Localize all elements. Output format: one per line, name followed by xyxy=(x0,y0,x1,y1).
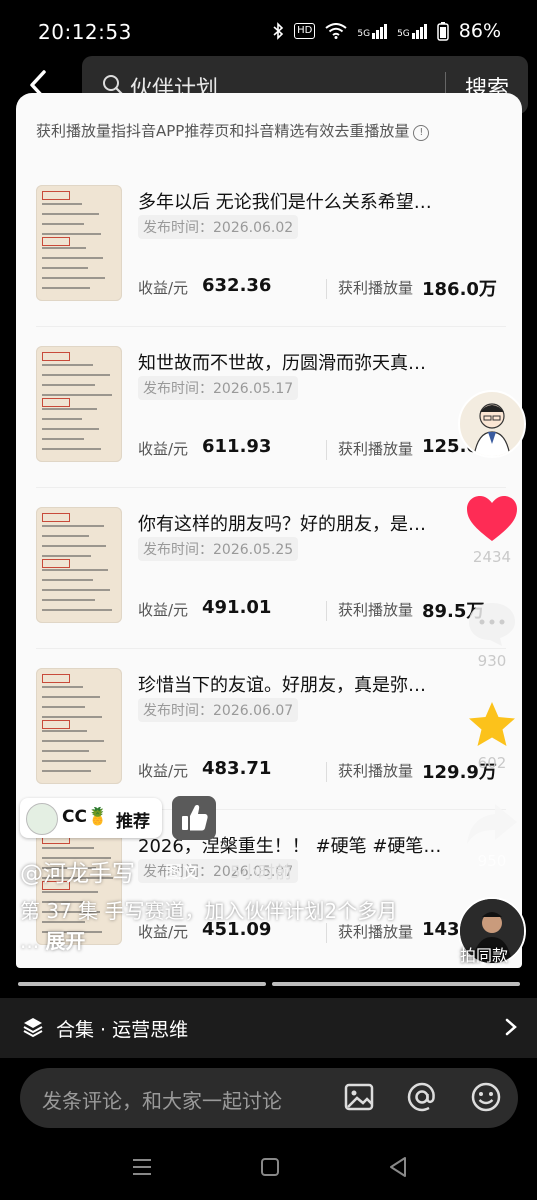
play-note: 获利播放量指抖音APP推荐页和抖音精选有效去重播放量! xyxy=(36,120,430,141)
post-time: 5小时前 xyxy=(230,863,292,883)
signal-2-icon: 5G xyxy=(397,23,427,39)
bluetooth-icon xyxy=(273,22,284,40)
collection-bar[interactable]: 合集 · 运营思维 xyxy=(0,998,537,1058)
signal-1-icon: 5G xyxy=(357,23,388,39)
play-note-text: 获利播放量指抖音APP推荐页和抖音精选有效去重播放量 xyxy=(36,122,410,140)
chevron-right-icon xyxy=(505,1018,517,1036)
image-progress-2[interactable] xyxy=(272,982,520,986)
item-date: 发布时间：2026.05.17 xyxy=(138,376,299,400)
collection-title: 合集 · 运营思维 xyxy=(56,1019,189,1041)
same-style-label[interactable]: 拍同款 xyxy=(460,942,508,966)
favorite-button[interactable]: 602 xyxy=(462,700,522,772)
item-title: 知世故而不世故，历圆滑而弥天真… xyxy=(138,353,426,374)
revenue-value: 632.36 xyxy=(202,275,272,296)
earning-item[interactable]: 你有这样的朋友吗？好的朋友，是… 发布时间：2026.05.25 收益/元 49… xyxy=(16,507,522,667)
plays-label: 获利播放量 xyxy=(338,601,414,619)
share-arrow-icon xyxy=(467,804,517,844)
ai-avatar xyxy=(26,803,58,835)
hd-badge: HD xyxy=(294,23,316,39)
item-title: 多年以后 无论我们是什么关系希望… xyxy=(138,192,432,213)
item-divider xyxy=(36,326,506,327)
plays-label: 获利播放量 xyxy=(338,279,414,297)
revenue-label: 收益/元 xyxy=(138,440,189,458)
comment-count: 930 xyxy=(477,652,507,670)
ai-recommend-tag[interactable]: CC🍍 推荐 xyxy=(20,798,162,838)
status-icons: HD 5G 5G 86% xyxy=(272,20,501,42)
emoji-icon[interactable] xyxy=(469,1080,503,1114)
favorite-count: 602 xyxy=(477,754,507,772)
note-thumbnail xyxy=(36,346,122,462)
stat-divider xyxy=(326,601,327,621)
at-mention-icon[interactable] xyxy=(405,1080,439,1114)
item-divider xyxy=(36,648,506,649)
stat-divider xyxy=(326,440,327,460)
item-title: 你有这样的朋友吗？好的朋友，是… xyxy=(138,514,426,535)
revenue-value: 611.93 xyxy=(202,436,272,457)
plays-label: 获利播放量 xyxy=(338,762,414,780)
back-nav-icon[interactable] xyxy=(386,1150,410,1184)
share-count: 950 xyxy=(477,852,507,870)
author-name[interactable]: @河龙手写 xyxy=(20,854,135,888)
stat-divider xyxy=(326,279,327,299)
ai-recommend-label: 推荐 xyxy=(116,812,150,832)
image-progress-1[interactable] xyxy=(18,982,266,986)
comment-bubble-icon xyxy=(469,603,515,646)
note-thumbnail xyxy=(36,668,122,784)
item-title: 珍惜当下的友谊。好朋友，真是弥… xyxy=(138,675,426,696)
revenue-label: 收益/元 xyxy=(138,279,189,297)
home-nav-icon[interactable] xyxy=(258,1150,282,1184)
menu-nav-icon[interactable] xyxy=(130,1150,154,1184)
note-thumbnail xyxy=(36,185,122,301)
post-caption: 第 37 集 手写赛道，加入伙伴计划2个多月 ... 展开 xyxy=(20,896,400,956)
plays-value: 186.0万 xyxy=(422,279,497,300)
note-thumbnail xyxy=(36,507,122,623)
item-date: 发布时间：2026.05.25 xyxy=(138,537,299,561)
expand-link[interactable]: 展开 xyxy=(45,929,85,953)
earning-item[interactable]: 多年以后 无论我们是什么关系希望… 发布时间：2026.06.02 收益/元 6… xyxy=(16,185,522,345)
avatar-illustration xyxy=(473,403,511,456)
revenue-value: 491.01 xyxy=(202,597,272,618)
comment-placeholder: 发条评论，和大家一起讨论 xyxy=(42,1089,282,1113)
item-date: 发布时间：2026.06.02 xyxy=(138,215,299,239)
share-button[interactable]: 950 xyxy=(462,800,522,870)
wifi-icon xyxy=(325,23,347,39)
post-type: 图文 xyxy=(165,863,199,883)
plays-label: 获利播放量 xyxy=(338,440,414,458)
battery-icon xyxy=(437,22,449,41)
thumbs-up-button[interactable] xyxy=(172,796,216,840)
thumbs-up-icon xyxy=(182,805,208,831)
stat-divider xyxy=(326,762,327,782)
image-icon[interactable] xyxy=(342,1080,376,1114)
revenue-value: 483.71 xyxy=(202,758,272,779)
item-divider xyxy=(36,487,506,488)
revenue-label: 收益/元 xyxy=(138,762,189,780)
earning-item[interactable]: 知世故而不世故，历圆滑而弥天真… 发布时间：2026.05.17 收益/元 61… xyxy=(16,346,522,506)
comment-button[interactable]: 930 xyxy=(462,600,522,670)
revenue-label: 收益/元 xyxy=(138,601,189,619)
ai-name: CC🍍 xyxy=(62,807,109,827)
layers-icon xyxy=(23,1018,43,1038)
heart-icon xyxy=(467,496,517,541)
author-avatar[interactable] xyxy=(458,390,526,458)
battery-percent: 86% xyxy=(458,20,501,42)
item-date: 发布时间：2026.06.07 xyxy=(138,698,299,722)
like-count: 2434 xyxy=(472,548,512,566)
like-button[interactable]: 2434 xyxy=(462,494,522,566)
status-time: 20:12:53 xyxy=(38,20,132,44)
info-icon[interactable]: ! xyxy=(413,125,430,141)
star-icon xyxy=(469,702,515,746)
